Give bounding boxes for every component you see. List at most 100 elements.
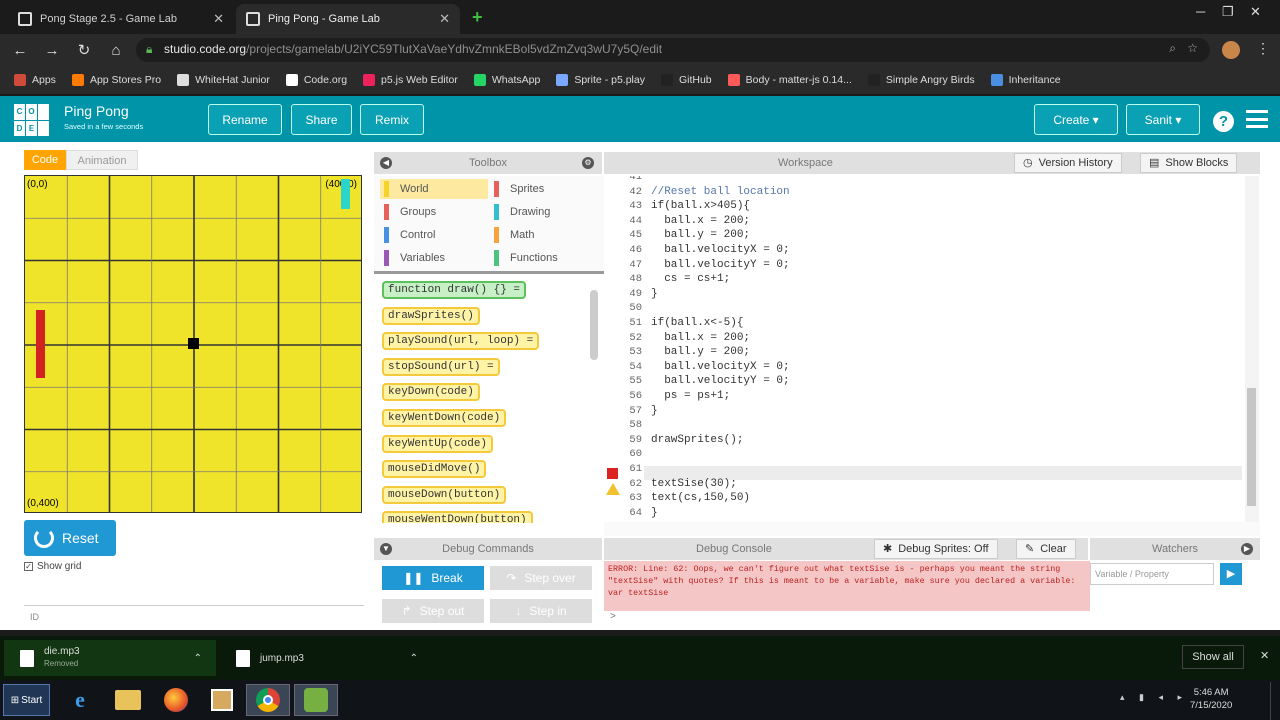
bookmark-9[interactable]: Simple Angry Birds (867, 74, 975, 86)
console-input[interactable]: > (604, 611, 1090, 625)
editor-scrollbar-thumb[interactable] (1247, 388, 1256, 506)
panel-resize-handle[interactable] (604, 522, 1260, 536)
code-line: ball.x = 200; (651, 214, 751, 227)
show-blocks-button[interactable]: ▤ Show Blocks (1140, 153, 1238, 173)
codeorg-logo[interactable]: CO DE (14, 104, 50, 136)
collapse-debug-icon[interactable]: ▼ (380, 543, 392, 555)
break-button[interactable]: ❚❚ Break (382, 566, 484, 590)
code-block[interactable]: stopSound(url) = (382, 357, 500, 376)
code-block[interactable]: mouseWentDown(button) (382, 511, 533, 523)
home-icon[interactable]: ⌂ (104, 42, 128, 59)
system-tray-icons[interactable]: ▴ ▮ ◂ ▸ (1120, 692, 1188, 703)
bookmark-7[interactable]: GitHub (660, 74, 712, 86)
close-downloads-icon[interactable]: ✕ (1260, 649, 1269, 662)
star-icon[interactable]: ☆ (1187, 41, 1198, 55)
chrome-icon[interactable] (246, 684, 290, 716)
download-item-die[interactable]: die.mp3 Removed ⌃ (4, 640, 216, 676)
start-button[interactable]: ⊞ Start (3, 684, 50, 716)
browser-tab-ping-pong[interactable]: Ping Pong - Game Lab ✕ (236, 4, 460, 34)
category-color-swatch (384, 204, 389, 220)
toolbox-category-world[interactable]: World (380, 179, 488, 199)
bookmark-6[interactable]: Sprite - p5.play (556, 74, 645, 86)
toolbox-category-math[interactable]: Math (490, 225, 598, 245)
toolbox-category-functions[interactable]: Functions (490, 248, 598, 268)
code-block[interactable]: playSound(url, loop) = (382, 332, 540, 351)
maximize-icon[interactable]: ❐ (1222, 4, 1234, 20)
show-all-downloads-button[interactable]: Show all (1182, 645, 1244, 669)
code-block[interactable]: function draw() {} = (382, 281, 527, 299)
toolbox-settings-icon[interactable]: ⚙ (582, 157, 594, 169)
version-history-button[interactable]: ◷ Version History (1014, 153, 1122, 173)
gamelab-icon[interactable] (294, 684, 338, 716)
code-editor[interactable]: 41 42 43 44 45 46 47 48 49 50 51 52 53 54 55 56 57 58 59 60… (604, 176, 1242, 522)
watch-expression-input[interactable]: Variable / Property (1090, 563, 1214, 585)
firefox-icon[interactable] (154, 684, 198, 716)
code-block[interactable]: keyWentDown(code) (382, 409, 507, 427)
tab-code[interactable]: Code (24, 150, 66, 170)
bookmark-1[interactable]: App Stores Pro (71, 74, 161, 86)
warning-marker-icon[interactable] (606, 483, 620, 495)
show-desktop-button[interactable] (1270, 682, 1280, 720)
chevron-up-icon[interactable]: ⌃ (410, 653, 418, 664)
bookmark-5[interactable]: WhatsApp (473, 74, 540, 86)
clear-console-button[interactable]: ✎ Clear (1016, 539, 1076, 559)
new-tab-button[interactable]: + (472, 7, 483, 28)
collapse-toolbox-icon[interactable]: ◀ (380, 157, 392, 169)
forward-icon[interactable]: → (40, 42, 64, 59)
minimize-icon[interactable]: ─ (1196, 4, 1205, 19)
share-button[interactable]: Share (291, 104, 352, 135)
explorer-icon[interactable] (106, 684, 150, 716)
toolbox-category-variables[interactable]: Variables (380, 248, 488, 268)
rename-button[interactable]: Rename (208, 104, 282, 135)
system-clock[interactable]: 5:46 AM 7/15/2020 (1190, 686, 1232, 712)
toolbox-category-control[interactable]: Control (380, 225, 488, 245)
collapse-watchers-icon[interactable]: ▶ (1241, 543, 1253, 555)
bookmark-0[interactable]: Apps (14, 74, 56, 86)
ie-icon[interactable]: e (58, 684, 102, 716)
reload-icon[interactable]: ↻ (72, 41, 96, 59)
profile-avatar[interactable] (1222, 41, 1240, 59)
create-dropdown[interactable]: Create ▾ (1034, 104, 1118, 135)
id-icon[interactable]: ID (30, 612, 39, 622)
eraser-icon: ✎ (1025, 543, 1035, 555)
show-grid-checkbox[interactable]: ✓ Show grid (24, 561, 81, 572)
add-watch-button[interactable]: ▶ (1220, 563, 1242, 585)
remix-button[interactable]: Remix (360, 104, 424, 135)
code-block[interactable]: drawSprites() (382, 306, 480, 325)
search-icon[interactable]: ⌕ (1169, 41, 1176, 56)
reset-button[interactable]: Reset (24, 520, 116, 556)
code-block[interactable]: keyWentUp(code) (382, 434, 494, 453)
step-out-button[interactable]: ↱ Step out (382, 599, 484, 623)
toolbox-scrollbar[interactable] (590, 290, 598, 360)
chrome-menu-icon[interactable]: ⋮ (1256, 40, 1270, 57)
hamburger-menu-icon[interactable] (1246, 110, 1268, 128)
code-block[interactable]: mouseDidMove() (382, 460, 487, 479)
code-block[interactable]: mouseDown(button) (382, 485, 507, 504)
toolbox-category-sprites[interactable]: Sprites (490, 179, 598, 199)
help-icon[interactable]: ? (1213, 111, 1234, 132)
close-tab-icon[interactable]: ✕ (213, 11, 224, 27)
close-tab-icon[interactable]: ✕ (439, 11, 450, 27)
bookmark-3[interactable]: Code.org (285, 74, 347, 86)
step-in-button[interactable]: ↓ Step in (490, 599, 592, 623)
bookmark-2[interactable]: WhiteHat Junior (177, 74, 270, 86)
chevron-up-icon[interactable]: ⌃ (194, 653, 202, 664)
toolbox-category-drawing[interactable]: Drawing (490, 202, 598, 222)
browser-tab-pong-stage[interactable]: Pong Stage 2.5 - Game Lab ✕ (8, 4, 234, 34)
url-input[interactable]: 🔒︎ studio.code.org/projects/gamelab/U2iY… (136, 38, 1210, 62)
bookmark-4[interactable]: p5.js Web Editor (363, 74, 458, 86)
download-item-jump[interactable]: jump.mp3 ⌃ (220, 640, 432, 676)
step-over-button[interactable]: ↷ Step over (490, 566, 592, 590)
code-block[interactable]: keyDown(code) (382, 383, 480, 402)
error-marker-icon[interactable] (607, 468, 618, 479)
game-canvas[interactable]: (0,0) (400,0) (0,400) (24, 175, 362, 513)
debug-sprites-toggle[interactable]: ✱ Debug Sprites: Off (874, 539, 998, 559)
tab-animation[interactable]: Animation (66, 150, 138, 170)
close-window-icon[interactable]: ✕ (1250, 4, 1261, 20)
bookmark-8[interactable]: Body - matter-js 0.14... (727, 74, 852, 86)
user-menu-dropdown[interactable]: Sanit ▾ (1126, 104, 1200, 135)
bookmark-10[interactable]: Inheritance (990, 74, 1061, 86)
back-icon[interactable]: ← (8, 42, 32, 59)
media-icon[interactable] (200, 684, 244, 716)
toolbox-category-groups[interactable]: Groups (380, 202, 488, 222)
